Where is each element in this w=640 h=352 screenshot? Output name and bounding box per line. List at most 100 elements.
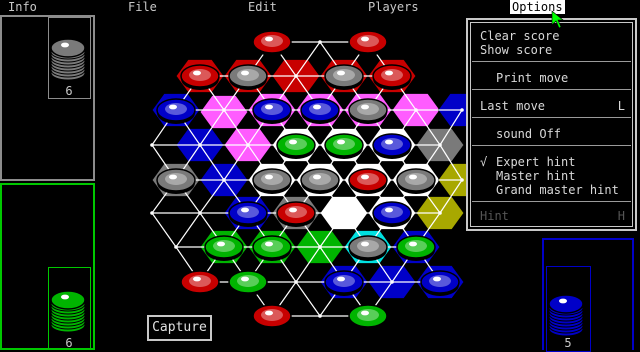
piece-highlight bbox=[237, 69, 259, 81]
blue-piece-count: 5 bbox=[564, 336, 572, 350]
piece-highlight bbox=[405, 173, 427, 185]
piece-highlight bbox=[357, 103, 379, 115]
piece-shine bbox=[289, 139, 297, 145]
piece-shine bbox=[241, 70, 249, 76]
menu-item-sound[interactable]: sound Off bbox=[496, 127, 561, 141]
piece-shine bbox=[241, 207, 249, 213]
grid-node bbox=[318, 314, 322, 318]
menu-file[interactable]: File bbox=[128, 0, 157, 14]
piece-shine bbox=[265, 104, 273, 110]
piece-highlight bbox=[213, 240, 235, 252]
piece-highlight bbox=[333, 275, 355, 287]
grid-node bbox=[222, 178, 226, 182]
green-piece-count: 6 bbox=[65, 336, 73, 350]
territory-hex bbox=[199, 94, 249, 130]
blue-player-panel: 5 bbox=[542, 238, 634, 352]
menu-item-print-move[interactable]: Print move bbox=[496, 71, 568, 85]
piece-highlight bbox=[189, 275, 211, 287]
piece-shine bbox=[361, 36, 369, 42]
piece-shine bbox=[337, 139, 345, 145]
menu-info[interactable]: Info bbox=[8, 0, 37, 14]
piece-highlight bbox=[357, 173, 379, 185]
piece-highlight bbox=[333, 69, 355, 81]
green-player-panel: 6 bbox=[0, 183, 95, 350]
piece-shine bbox=[217, 241, 225, 247]
grid-node bbox=[460, 178, 464, 182]
piece-highlight bbox=[261, 309, 283, 321]
piece-highlight bbox=[261, 240, 283, 252]
menu-players[interactable]: Players bbox=[368, 0, 419, 14]
menu-item-grand-master-hint[interactable]: Grand master hint bbox=[496, 183, 619, 197]
piece-shine bbox=[409, 241, 417, 247]
grid-node bbox=[390, 280, 394, 284]
grid-node bbox=[438, 211, 442, 215]
piece-shine bbox=[385, 70, 393, 76]
piece-shine bbox=[169, 174, 177, 180]
piece-highlight bbox=[261, 173, 283, 185]
piece-shine bbox=[313, 174, 321, 180]
gray-piece-count: 6 bbox=[65, 84, 73, 98]
grid-node bbox=[460, 108, 464, 112]
menu-item-last-move[interactable]: Last move bbox=[480, 99, 545, 113]
piece-shine bbox=[409, 174, 417, 180]
piece-shine bbox=[241, 276, 249, 282]
menu-item-master-hint[interactable]: Master hint bbox=[496, 169, 575, 183]
grid-node bbox=[150, 211, 154, 215]
grid-node bbox=[198, 211, 202, 215]
menu-separator bbox=[472, 89, 631, 90]
menu-separator bbox=[472, 201, 631, 202]
piece-shine bbox=[433, 276, 441, 282]
piece-highlight bbox=[381, 206, 403, 218]
piece-highlight bbox=[381, 69, 403, 81]
grid-node bbox=[414, 108, 418, 112]
piece-highlight bbox=[165, 173, 187, 185]
piece-highlight bbox=[429, 275, 451, 287]
menu-options[interactable]: Options bbox=[510, 0, 565, 14]
menu-edit[interactable]: Edit bbox=[248, 0, 277, 14]
grid-node bbox=[150, 143, 154, 147]
grid-node bbox=[318, 40, 322, 44]
menu-separator bbox=[472, 145, 631, 146]
menu-item-show-score[interactable]: Show score bbox=[480, 43, 552, 57]
piece-shine bbox=[265, 310, 273, 316]
grid-node bbox=[294, 280, 298, 284]
piece-highlight bbox=[165, 103, 187, 115]
piece-highlight bbox=[261, 35, 283, 47]
menu-item-clear-score[interactable]: Clear score bbox=[480, 29, 559, 43]
piece-highlight bbox=[357, 240, 379, 252]
options-dropdown: Clear score Show score Print move Last m… bbox=[466, 18, 637, 231]
piece-shine bbox=[193, 70, 201, 76]
piece-highlight bbox=[237, 275, 259, 287]
piece-highlight bbox=[285, 206, 307, 218]
piece-shine bbox=[193, 276, 201, 282]
menu-separator bbox=[472, 61, 631, 62]
piece-highlight bbox=[261, 103, 283, 115]
grid-line bbox=[295, 281, 321, 317]
piece-highlight bbox=[237, 206, 259, 218]
piece-shine bbox=[337, 276, 345, 282]
grid-line bbox=[151, 212, 177, 248]
piece-highlight bbox=[189, 69, 211, 81]
piece-highlight bbox=[357, 309, 379, 321]
piece-highlight bbox=[333, 138, 355, 150]
menu-item-hint[interactable]: Hint bbox=[480, 209, 509, 223]
piece-shine bbox=[265, 174, 273, 180]
piece-shine bbox=[289, 207, 297, 213]
last-move-shortcut: L bbox=[617, 99, 625, 113]
piece-highlight bbox=[309, 103, 331, 115]
piece-highlight bbox=[285, 138, 307, 150]
piece-shine bbox=[361, 174, 369, 180]
capture-button[interactable]: Capture bbox=[147, 315, 212, 341]
piece-highlight bbox=[357, 35, 379, 47]
grid-node bbox=[318, 245, 322, 249]
piece-shine bbox=[361, 241, 369, 247]
piece-shine bbox=[169, 104, 177, 110]
piece-shine bbox=[385, 139, 393, 145]
gray-player-panel: 6 bbox=[0, 15, 95, 181]
menu-item-expert-hint[interactable]: Expert hint bbox=[496, 155, 575, 169]
piece-shine bbox=[265, 36, 273, 42]
grid-node bbox=[174, 245, 178, 249]
hint-shortcut: H bbox=[617, 209, 625, 223]
menu-bar: Info File Edit Players Options bbox=[0, 0, 640, 14]
grid-line bbox=[175, 212, 201, 248]
